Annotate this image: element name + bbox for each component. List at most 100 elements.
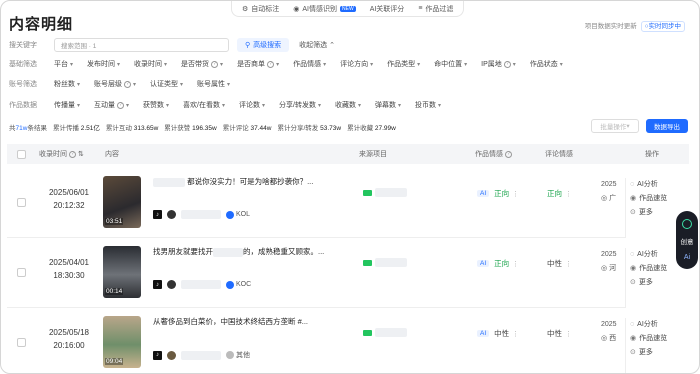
content-title[interactable]: 都说你没实力！可是为啥都抄袭你？... — [153, 176, 313, 187]
sort-icon[interactable]: ⇅ — [78, 150, 84, 158]
floating-assistant-button[interactable]: 创意 Ai — [676, 211, 698, 269]
comment-emotion[interactable]: 正向 ⋮ — [547, 188, 607, 199]
filter-collect-time[interactable]: 收录时间 ▾ — [134, 59, 167, 69]
video-duration: 09:04 — [105, 358, 124, 365]
sync-status: 项目数据实时更新 ○实时同步中 — [585, 20, 685, 32]
stat-value: 27.99w — [374, 125, 396, 132]
help-icon: ? — [211, 60, 219, 68]
content-title[interactable]: 从奢侈品到白菜价，中国技术终结西方垄断 #... — [153, 316, 308, 327]
ai-analysis-button[interactable]: ◌ AI分析 — [630, 178, 689, 192]
data-export-button[interactable]: 数据导出 — [646, 119, 688, 133]
chevron-down-icon: ▾ — [370, 61, 374, 68]
row-checkbox[interactable] — [17, 268, 26, 277]
stat-value: 37.44w — [250, 125, 272, 132]
work-emotion[interactable]: AI 正向 ⋮ — [477, 258, 519, 269]
collect-clock: 18:30:30 — [53, 271, 85, 280]
source-project[interactable] — [363, 258, 407, 267]
more-icon[interactable]: ⋮ — [512, 260, 519, 268]
search-input[interactable]: 搜索范围 · 1 — [54, 38, 229, 52]
work-emotion[interactable]: AI 中性 ⋮ — [477, 328, 519, 339]
filter-shares[interactable]: 分享/转发数 ▾ — [279, 100, 321, 110]
more-icon[interactable]: ⋮ — [565, 260, 572, 268]
nav-filter[interactable]: ≡ 作品过滤 — [418, 4, 453, 14]
more-button[interactable]: ⊙ 更多 — [630, 346, 689, 360]
account-type-label: KOC — [236, 281, 252, 288]
content-title[interactable]: 找男朋友就要找开 的，成熟稳重又顾家。... — [153, 246, 324, 257]
quick-view-button[interactable]: ◉ 作品速览 — [630, 332, 689, 346]
more-icon[interactable]: ⋮ — [512, 330, 519, 338]
work-emotion[interactable]: AI 正向 ⋮ — [477, 188, 519, 199]
chevron-down-icon: ▾ — [317, 102, 321, 109]
batch-operation-button[interactable]: 批量操作 ▾ — [591, 119, 639, 133]
filter-cert-type[interactable]: 认证类型 ▾ — [150, 79, 183, 89]
chevron-down-icon: ▾ — [117, 61, 121, 68]
masked-text — [181, 350, 221, 360]
avatar[interactable] — [167, 350, 176, 360]
filter-interaction[interactable]: 互动量? ▾ — [94, 100, 129, 110]
avatar[interactable] — [167, 210, 176, 219]
source-project[interactable] — [363, 188, 407, 197]
filter-work-type[interactable]: 作品类型 ▾ — [387, 59, 420, 69]
advanced-search-label: 高级搜索 — [253, 42, 282, 49]
stat-likes: 累计获赞 196.35w — [164, 122, 216, 132]
select-all-checkbox[interactable] — [17, 149, 26, 159]
quick-view-button[interactable]: ◉ 作品速览 — [630, 192, 689, 206]
video-thumbnail[interactable]: 03:51 — [103, 176, 141, 228]
location-icon: ◎ — [601, 265, 608, 272]
filter-ip-location[interactable]: IP属地? ▾ — [481, 59, 516, 69]
table-row: 2025/06/01 20:12:32 03:51 都说你没实力！可是为啥都抄袭你… — [7, 168, 689, 238]
row-checkbox[interactable] — [17, 198, 26, 207]
emotion-value: 正向 — [494, 259, 510, 268]
ai-tag: AI — [477, 260, 490, 267]
video-thumbnail[interactable]: 00:14 — [103, 246, 141, 298]
chevron-down-icon: ▾ — [222, 102, 226, 109]
filter-account-attr[interactable]: 账号属性 ▾ — [197, 79, 230, 89]
comment-emotion[interactable]: 中性 ⋮ — [547, 258, 607, 269]
eye-icon: ◉ — [630, 195, 637, 202]
account-type-label: KOL — [236, 211, 251, 218]
filter-goods[interactable]: 是否带货? ▾ — [181, 59, 223, 69]
filter-fans[interactable]: 粉丝数 ▾ — [54, 79, 80, 89]
chevron-down-icon: ▾ — [276, 61, 280, 68]
filter-spread[interactable]: 传播量 ▾ — [54, 100, 80, 110]
filter-likes[interactable]: 获赞数 ▾ — [143, 100, 169, 110]
avatar[interactable] — [167, 280, 176, 289]
filter-work-status[interactable]: 作品状态 ▾ — [530, 59, 563, 69]
filter-emotion[interactable]: 作品情感 ▾ — [293, 59, 326, 69]
source-project[interactable] — [363, 328, 407, 337]
chevron-down-icon: ▾ — [70, 61, 74, 68]
filter-comments[interactable]: 评论数 ▾ — [239, 100, 265, 110]
extra-column: 2025 ◎ 广 — [601, 178, 617, 206]
filter-comment-direction[interactable]: 评论方向 ▾ — [340, 59, 373, 69]
filter-collects[interactable]: 收藏数 ▾ — [335, 100, 361, 110]
filter-commercial[interactable]: 是否商单? ▾ — [237, 59, 279, 69]
row-checkbox[interactable] — [17, 338, 26, 347]
filter-coins-label: 投币数 — [415, 102, 437, 109]
stat-label: 累计互动 — [105, 125, 132, 132]
nav-ai-score[interactable]: AI关联评分 — [370, 4, 405, 14]
filter-danmaku[interactable]: 弹幕数 ▾ — [375, 100, 401, 110]
extra-location-label: 西 — [609, 335, 617, 342]
collect-time: 2025/05/18 20:16:00 — [39, 326, 99, 352]
search-scope[interactable]: 搜索范围 · 1 — [61, 40, 96, 50]
filter-coins[interactable]: 投币数 ▾ — [415, 100, 441, 110]
more-icon[interactable]: ⋮ — [565, 190, 572, 198]
advanced-search-button[interactable]: ⚲ 高级搜索 — [237, 38, 290, 52]
ai-analysis-button[interactable]: ◌ AI分析 — [630, 318, 689, 332]
nav-ai-emotion[interactable]: ◉ AI情感识别 NEW — [293, 4, 356, 14]
more-icon[interactable]: ⋮ — [512, 190, 519, 198]
more-button[interactable]: ⊙ 更多 — [630, 276, 689, 290]
comment-emotion[interactable]: 中性 ⋮ — [547, 328, 607, 339]
filter-platform[interactable]: 平台 ▾ — [54, 59, 73, 69]
nav-auto-tag[interactable]: ⚙ 自动标注 — [242, 4, 279, 14]
header-time[interactable]: 收录时间? ⇅ — [39, 149, 84, 159]
more-icon[interactable]: ⋮ — [565, 330, 572, 338]
video-thumbnail[interactable]: 09:04 — [103, 316, 141, 368]
filter-favor[interactable]: 喜欢/在看数 ▾ — [183, 100, 225, 110]
filter-account-level[interactable]: 账号层级? ▾ — [94, 79, 136, 89]
emotion-value: 正向 — [494, 189, 510, 198]
account-meta: ♪ KOL — [153, 210, 250, 219]
filter-publish-time[interactable]: 发布时间 ▾ — [87, 59, 120, 69]
filter-hit-position[interactable]: 命中位置 ▾ — [434, 59, 467, 69]
collapse-filter-button[interactable]: 收起筛选 ⌃ — [299, 40, 335, 50]
